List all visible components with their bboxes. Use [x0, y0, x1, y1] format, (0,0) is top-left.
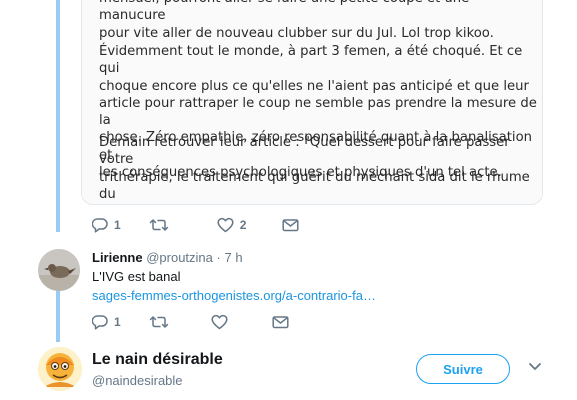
tweet-link[interactable]: sages-femmes-orthogenistes.org/a-contrar…: [92, 288, 376, 303]
bird-photo: [38, 249, 80, 291]
suggested-user-name[interactable]: Le nain désirable: [92, 351, 223, 369]
reply-icon: [92, 315, 108, 330]
thread-line: [56, 0, 60, 232]
avatar[interactable]: [38, 249, 80, 291]
author-name[interactable]: Lirienne: [92, 250, 143, 265]
suggested-user-handle[interactable]: @naindesirable: [92, 373, 183, 388]
heart-icon: [217, 217, 234, 233]
tweet-actions: 1 2: [92, 217, 299, 233]
like-button[interactable]: 2: [217, 217, 247, 233]
tweet-timestamp[interactable]: 7 h: [224, 250, 242, 265]
like-button[interactable]: [211, 314, 228, 330]
reply-count: 1: [114, 218, 121, 232]
chevron-down-icon[interactable]: [528, 362, 542, 372]
tweet-text: L'IVG est banal: [92, 269, 181, 284]
heart-icon: [211, 314, 228, 330]
separator: ·: [216, 250, 221, 265]
reply-button[interactable]: 1: [92, 217, 121, 233]
quoted-article-card[interactable]: mensuel, pourront aller se faire une pet…: [81, 0, 543, 205]
retweet-icon: [149, 219, 168, 231]
author-handle[interactable]: @proutzina: [146, 250, 213, 265]
tweet-actions: 1: [92, 314, 289, 330]
follow-button[interactable]: Suivre: [416, 354, 510, 384]
envelope-icon: [282, 219, 299, 232]
reply-button[interactable]: 1: [92, 314, 121, 330]
direct-message-button[interactable]: [272, 314, 289, 330]
article-paragraph: mensuel, pourront aller se faire une pet…: [99, 0, 494, 41]
tweet-author[interactable]: Lirienne @proutzina · 7 h: [92, 250, 243, 265]
thread-line: [56, 290, 60, 342]
retweet-icon: [149, 316, 168, 328]
envelope-icon: [272, 316, 289, 329]
article-paragraph: Demain retrouver leur article : "Quel de…: [99, 135, 530, 202]
direct-message-button[interactable]: [282, 217, 299, 233]
retweet-button[interactable]: [149, 217, 175, 233]
cartoon-avatar: [38, 347, 82, 391]
like-count: 2: [239, 218, 247, 232]
article-screenshot[interactable]: mensuel, pourront aller se faire une pet…: [82, 0, 542, 204]
reply-icon: [92, 218, 108, 233]
avatar[interactable]: [38, 347, 82, 391]
reply-count: 1: [114, 315, 121, 329]
retweet-button[interactable]: [149, 314, 169, 330]
